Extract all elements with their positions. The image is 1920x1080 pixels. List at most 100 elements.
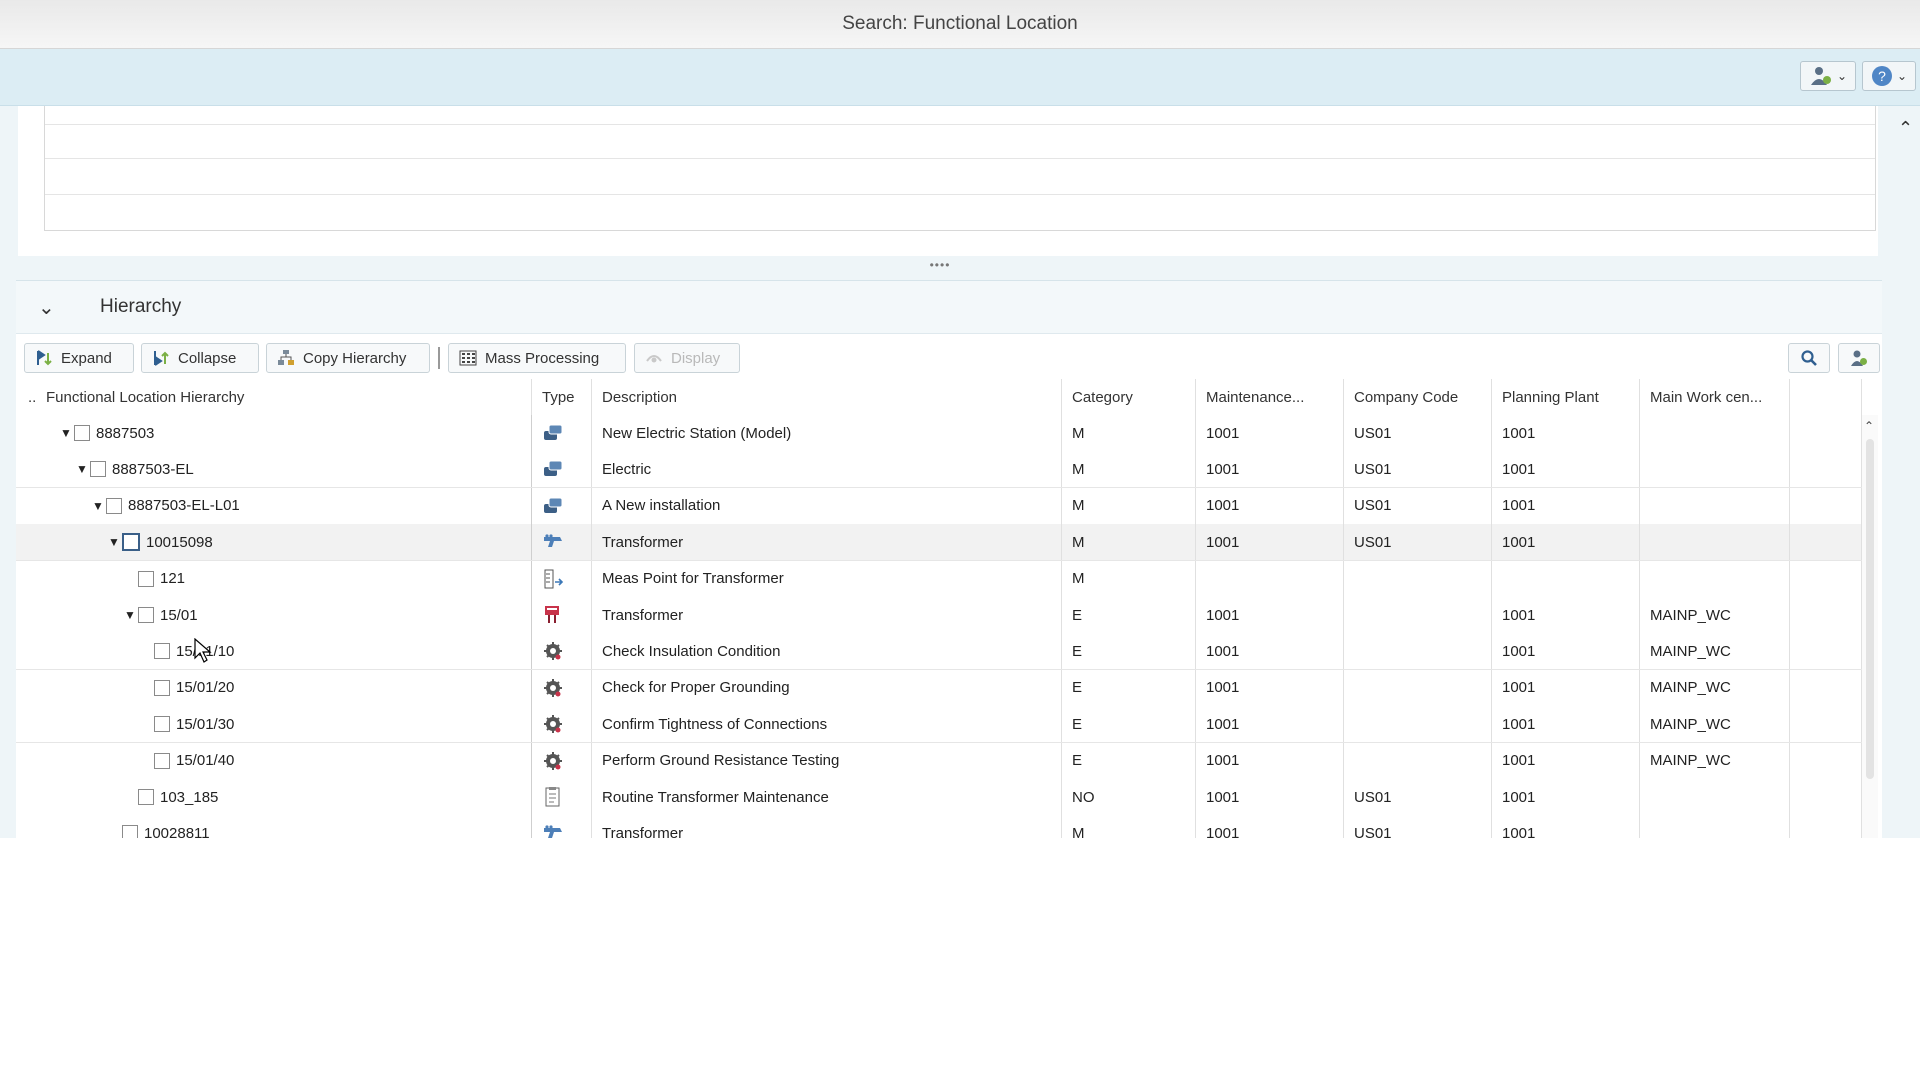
- cell-category: M: [1062, 451, 1196, 488]
- row-selector[interactable]: [16, 561, 36, 597]
- table-row[interactable]: ▼ 15/01 Transformer E 1001 1001 MAINP_WC: [16, 597, 1876, 634]
- cell-company-code: [1344, 633, 1492, 670]
- row-checkbox[interactable]: [154, 716, 170, 733]
- tree-node[interactable]: ▼ 8887503-EL-L01: [36, 487, 532, 524]
- tree-node[interactable]: 15/01/30: [36, 706, 532, 743]
- node-id[interactable]: 15/01/20: [176, 679, 234, 696]
- row-selector[interactable]: [16, 524, 36, 560]
- row-checkbox[interactable]: [74, 425, 90, 441]
- row-checkbox[interactable]: [122, 825, 138, 838]
- row-checkbox[interactable]: [122, 533, 140, 552]
- node-id[interactable]: 8887503: [96, 425, 154, 442]
- row-selector[interactable]: [16, 815, 36, 838]
- row-selector[interactable]: [16, 779, 36, 815]
- expand-triangle-icon[interactable]: ▼: [60, 426, 74, 440]
- row-checkbox[interactable]: [138, 570, 154, 587]
- node-id[interactable]: 10015098: [146, 534, 213, 551]
- node-id[interactable]: 8887503-EL-L01: [128, 497, 240, 514]
- row-checkbox[interactable]: [154, 752, 170, 769]
- table-row[interactable]: ▼ 8887503-EL-L01 A New installation M 1001 US…: [16, 487, 1876, 525]
- collapse-section-icon[interactable]: ⌄: [38, 295, 62, 320]
- cell-main-work-center: MAINP_WC: [1640, 633, 1790, 670]
- col-planning-plant[interactable]: Planning Plant: [1492, 379, 1640, 415]
- tree-node[interactable]: ▼ 8887503: [36, 415, 532, 451]
- tree-node[interactable]: ▼ 8887503-EL: [36, 451, 532, 488]
- row-checkbox[interactable]: [154, 643, 170, 660]
- table-row[interactable]: 103_185 Routine Transformer Maintenance NO…: [16, 779, 1876, 816]
- row-checkbox[interactable]: [90, 461, 106, 478]
- cell-main-work-center: MAINP_WC: [1640, 597, 1790, 633]
- node-id[interactable]: 8887503-EL: [112, 461, 194, 478]
- row-selector[interactable]: [16, 597, 36, 633]
- cell-description: New Electric Station (Model): [592, 415, 1062, 451]
- node-id[interactable]: 103_185: [160, 789, 218, 806]
- col-type[interactable]: Type: [532, 379, 592, 415]
- table-row[interactable]: 121 Meas Point for Transformer M: [16, 560, 1876, 598]
- tree-node[interactable]: 103_185: [36, 779, 532, 815]
- row-selector[interactable]: [16, 706, 36, 742]
- tree-node[interactable]: 15/01/40: [36, 742, 532, 779]
- scrollbar-thumb[interactable]: [1866, 439, 1874, 779]
- vertical-scrollbar[interactable]: ⌃: [1862, 415, 1878, 838]
- col-description[interactable]: Description: [592, 379, 1062, 415]
- node-id[interactable]: 15/01: [160, 607, 198, 624]
- table-row[interactable]: ▼ 8887503-EL Electric M 1001 US01 1001: [16, 451, 1876, 489]
- row-selector[interactable]: [16, 488, 36, 524]
- copy-hierarchy-button[interactable]: Copy Hierarchy: [266, 343, 430, 373]
- tree-node[interactable]: 121: [36, 560, 532, 597]
- scroll-up-arrow-icon[interactable]: ⌃: [1898, 118, 1913, 139]
- expand-triangle-icon[interactable]: ▼: [92, 499, 106, 513]
- col-company-code[interactable]: Company Code: [1344, 379, 1492, 415]
- expand-triangle-icon[interactable]: ▼: [108, 535, 122, 549]
- node-id[interactable]: 121: [160, 570, 185, 587]
- expand-button[interactable]: Expand: [24, 343, 134, 373]
- row-selector[interactable]: [16, 633, 36, 669]
- tree-node[interactable]: ▼ 15/01: [36, 597, 532, 633]
- task-list-icon: [532, 597, 592, 633]
- row-checkbox[interactable]: [138, 789, 154, 805]
- row-checkbox[interactable]: [154, 679, 170, 696]
- display-button[interactable]: Display: [634, 343, 740, 373]
- row-selector[interactable]: [16, 670, 36, 706]
- node-id[interactable]: 15/01/40: [176, 752, 234, 769]
- search-button[interactable]: [1788, 343, 1830, 373]
- table-row[interactable]: 15/01/20 Check for Proper Grounding E 1001 1…: [16, 669, 1876, 707]
- row-checkbox[interactable]: [106, 497, 122, 514]
- row-selector[interactable]: [16, 415, 36, 451]
- col-functional-location-hierarchy[interactable]: Functional Location Hierarchy: [36, 379, 532, 415]
- table-row[interactable]: ▼ 10015098 Transformer M 1001 US01 1001: [16, 524, 1876, 562]
- table-row[interactable]: 15/01/40 Perform Ground Resistance Testin…: [16, 742, 1876, 780]
- cell-maintenance-plant: 1001: [1196, 524, 1344, 561]
- chevron-down-icon: ⌄: [1896, 69, 1908, 83]
- cell-category: M: [1062, 415, 1196, 451]
- scroll-up-arrow-icon[interactable]: ⌃: [1864, 419, 1874, 433]
- row-selector[interactable]: [16, 743, 36, 779]
- node-id[interactable]: 10028811: [144, 825, 210, 838]
- expand-triangle-icon[interactable]: ▼: [124, 608, 138, 622]
- hierarchy-panel: ⌄ Hierarchy Expand Collapse Copy Hierarc…: [16, 280, 1882, 838]
- tree-node[interactable]: 15/01/20: [36, 669, 532, 706]
- user-settings-button[interactable]: ⌄: [1800, 61, 1856, 91]
- personalize-button[interactable]: [1838, 343, 1880, 373]
- panel-splitter[interactable]: ••••: [0, 256, 1880, 274]
- collapse-button[interactable]: Collapse: [141, 343, 259, 373]
- table-row[interactable]: ▼ 8887503 New Electric Station (Model) M 100…: [16, 415, 1876, 452]
- col-category[interactable]: Category: [1062, 379, 1196, 415]
- help-button[interactable]: ? ⌄: [1862, 61, 1916, 91]
- node-id[interactable]: 15/01/30: [176, 716, 234, 733]
- row-checkbox[interactable]: [138, 607, 154, 623]
- tree-node[interactable]: 15/01/10: [36, 633, 532, 670]
- row-selector-header[interactable]: ..: [16, 379, 36, 415]
- cell-category: M: [1062, 487, 1196, 524]
- col-main-work-center[interactable]: Main Work cen...: [1640, 379, 1790, 415]
- table-row[interactable]: 10028811 Transformer M 1001 US01 1001: [16, 815, 1876, 838]
- expand-triangle-icon[interactable]: ▼: [76, 462, 90, 476]
- mass-processing-button[interactable]: Mass Processing: [448, 343, 626, 373]
- tree-node[interactable]: 10028811: [36, 815, 532, 838]
- table-row[interactable]: 15/01/30 Confirm Tightness of Connections…: [16, 706, 1876, 744]
- tree-node[interactable]: ▼ 10015098: [36, 524, 532, 561]
- cell-planning-plant: 1001: [1492, 669, 1640, 706]
- col-maintenance-plant[interactable]: Maintenance...: [1196, 379, 1344, 415]
- table-row[interactable]: 15/01/10Check Insulation ConditionE10011…: [16, 633, 1876, 671]
- row-selector[interactable]: [16, 451, 36, 487]
